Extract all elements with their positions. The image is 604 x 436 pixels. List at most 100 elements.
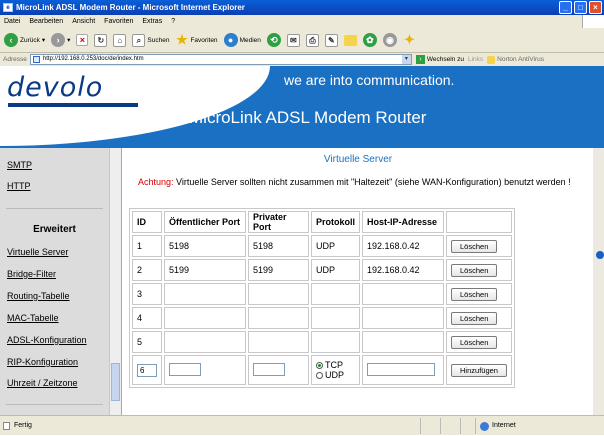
udp-radio[interactable]: UDP xyxy=(316,370,355,380)
cell-public-port: 5199 xyxy=(164,259,246,281)
tcp-radio[interactable]: TCP xyxy=(316,360,355,370)
status-text: Fertig xyxy=(14,422,32,429)
sidebar-item-uhrzeit-zeitzone[interactable]: Uhrzeit / Zeitzone xyxy=(7,378,78,388)
cell-protocol xyxy=(311,307,361,329)
table-row: 1 5198 5198 UDP 192.168.0.42 Löschen xyxy=(132,235,513,257)
public-port-input[interactable] xyxy=(169,362,201,376)
virtual-server-table: ID Öffentlicher Port Privater Port Proto… xyxy=(129,208,516,388)
sidebar-section-header: Erweitert xyxy=(33,224,76,235)
cell-protocol xyxy=(311,331,361,353)
page-title: Virtuelle Server xyxy=(323,154,393,165)
warning-label: Achtung: xyxy=(138,177,174,187)
ie-icon: e xyxy=(3,3,13,12)
media-button[interactable]: ● Medien xyxy=(223,33,261,47)
scrollbar-thumb[interactable] xyxy=(111,363,120,401)
menu-extras[interactable]: Extras xyxy=(142,15,162,28)
sidebar-item-routing-tabelle[interactable]: Routing-Tabelle xyxy=(7,291,70,301)
cell-host-ip xyxy=(362,355,445,385)
private-port-input[interactable] xyxy=(253,362,285,376)
delete-button[interactable]: Löschen xyxy=(451,239,498,253)
go-button[interactable]: › Wechseln zu xyxy=(415,53,464,66)
column-header-private-port: Privater Port xyxy=(248,211,309,233)
cell-private-port xyxy=(248,307,309,329)
forward-button[interactable]: › ▾ xyxy=(51,33,70,47)
cell-protocol xyxy=(311,283,361,305)
close-button[interactable]: × xyxy=(589,1,602,14)
cell-public-port xyxy=(164,331,246,353)
menu-help[interactable]: ? xyxy=(171,15,175,28)
cell-private-port: 5199 xyxy=(248,259,309,281)
favorites-button[interactable]: ★ Favoriten xyxy=(175,33,217,47)
column-header-host-ip: Host-IP-Adresse xyxy=(362,211,445,233)
sidebar-item-smtp[interactable]: SMTP xyxy=(7,160,32,170)
delete-button[interactable]: Löschen xyxy=(451,287,498,301)
research-icon[interactable]: ✦ xyxy=(403,33,416,47)
media-icon: ● xyxy=(223,33,238,47)
menu-bearbeiten[interactable]: Bearbeiten xyxy=(29,15,63,28)
sidebar-item-http[interactable]: HTTP xyxy=(7,181,31,191)
print-icon[interactable]: ⎙ xyxy=(305,33,319,47)
messenger-icon[interactable]: ✿ xyxy=(362,33,377,47)
delete-button[interactable]: Löschen xyxy=(451,335,498,349)
maximize-button[interactable]: □ xyxy=(574,1,587,14)
delete-button[interactable]: Löschen xyxy=(451,311,498,325)
menu-ansicht[interactable]: Ansicht xyxy=(72,15,95,28)
folder-icon[interactable] xyxy=(343,34,357,46)
main-scrollbar[interactable] xyxy=(593,148,604,415)
cell-protocol: UDP xyxy=(311,259,361,281)
sidebar: SMTP HTTP Erweitert Virtuelle Server Bri… xyxy=(0,148,109,415)
table-header-row: ID Öffentlicher Port Privater Port Proto… xyxy=(132,211,513,233)
go-arrow-icon: › xyxy=(415,55,425,64)
column-header-public-port: Öffentlicher Port xyxy=(164,211,246,233)
window-title-bar: e MicroLink ADSL Modem Router - Microsof… xyxy=(0,0,604,15)
sidebar-item-rip-konfiguration[interactable]: RIP-Konfiguration xyxy=(7,357,78,367)
sidebar-item-mac-tabelle[interactable]: MAC-Tabelle xyxy=(7,313,59,323)
discuss-icon[interactable]: ◉ xyxy=(382,33,397,47)
menu-datei[interactable]: Datei xyxy=(4,15,20,28)
history-icon[interactable]: ⟲ xyxy=(266,33,281,47)
cell-id: 5 xyxy=(132,331,162,353)
back-button[interactable]: ‹ Zurück ▾ xyxy=(4,33,45,47)
cell-private-port xyxy=(248,355,309,385)
cell-private-port xyxy=(248,283,309,305)
address-bar: Adresse http://192.168.0.253/doc/de/inde… xyxy=(0,53,604,66)
sidebar-item-bridge-filter[interactable]: Bridge-Filter xyxy=(7,269,56,279)
minimize-button[interactable]: _ xyxy=(559,1,572,14)
chevron-down-icon[interactable]: ▾ xyxy=(401,55,411,64)
cell-public-port xyxy=(164,283,246,305)
cell-action: Löschen xyxy=(446,331,513,353)
host-ip-input[interactable] xyxy=(367,362,436,376)
table-row: 5 Löschen xyxy=(132,331,513,353)
window-title: MicroLink ADSL Modem Router - Microsoft … xyxy=(16,3,245,12)
refresh-icon[interactable]: ↻ xyxy=(94,33,108,47)
mail-icon[interactable]: ✉ xyxy=(286,33,300,47)
forward-arrow-icon: › xyxy=(51,33,66,47)
status-divider xyxy=(440,418,441,434)
cell-id: 2 xyxy=(132,259,162,281)
cell-private-port: 5198 xyxy=(248,235,309,257)
delete-button[interactable]: Löschen xyxy=(451,263,498,277)
edit-icon[interactable]: ✎ xyxy=(324,33,338,47)
address-input[interactable]: http://192.168.0.253/doc/de/index.htm ▾ xyxy=(29,54,412,65)
add-button[interactable]: Hinzufügen xyxy=(451,363,507,377)
sidebar-item-adsl-konfiguration[interactable]: ADSL-Konfiguration xyxy=(7,335,87,345)
star-icon: ★ xyxy=(176,32,188,47)
table-row: 4 Löschen xyxy=(132,307,513,329)
links-label[interactable]: Links xyxy=(468,53,483,66)
menu-favoriten[interactable]: Favoriten xyxy=(104,15,133,28)
id-input[interactable]: 6 xyxy=(137,363,157,377)
table-row: 3 Löschen xyxy=(132,283,513,305)
windows-logo-icon xyxy=(582,15,604,28)
cell-id: 3 xyxy=(132,283,162,305)
cell-host-ip: 192.168.0.42 xyxy=(362,235,445,257)
new-entry-row: 6 TCP UDP Hinzufügen xyxy=(132,355,513,385)
norton-button[interactable]: Norton AntiVirus xyxy=(487,53,544,66)
cell-protocol: TCP UDP xyxy=(311,355,361,385)
stop-icon[interactable]: × xyxy=(76,34,89,46)
home-icon[interactable]: ⌂ xyxy=(113,33,127,47)
sidebar-item-virtuelle-server[interactable]: Virtuelle Server xyxy=(7,247,68,257)
chevron-down-icon: ▾ xyxy=(67,37,71,44)
table-row: 2 5199 5199 UDP 192.168.0.42 Löschen xyxy=(132,259,513,281)
search-button[interactable]: ⌕ Suchen xyxy=(132,33,169,47)
sidebar-scrollbar[interactable] xyxy=(109,148,121,415)
